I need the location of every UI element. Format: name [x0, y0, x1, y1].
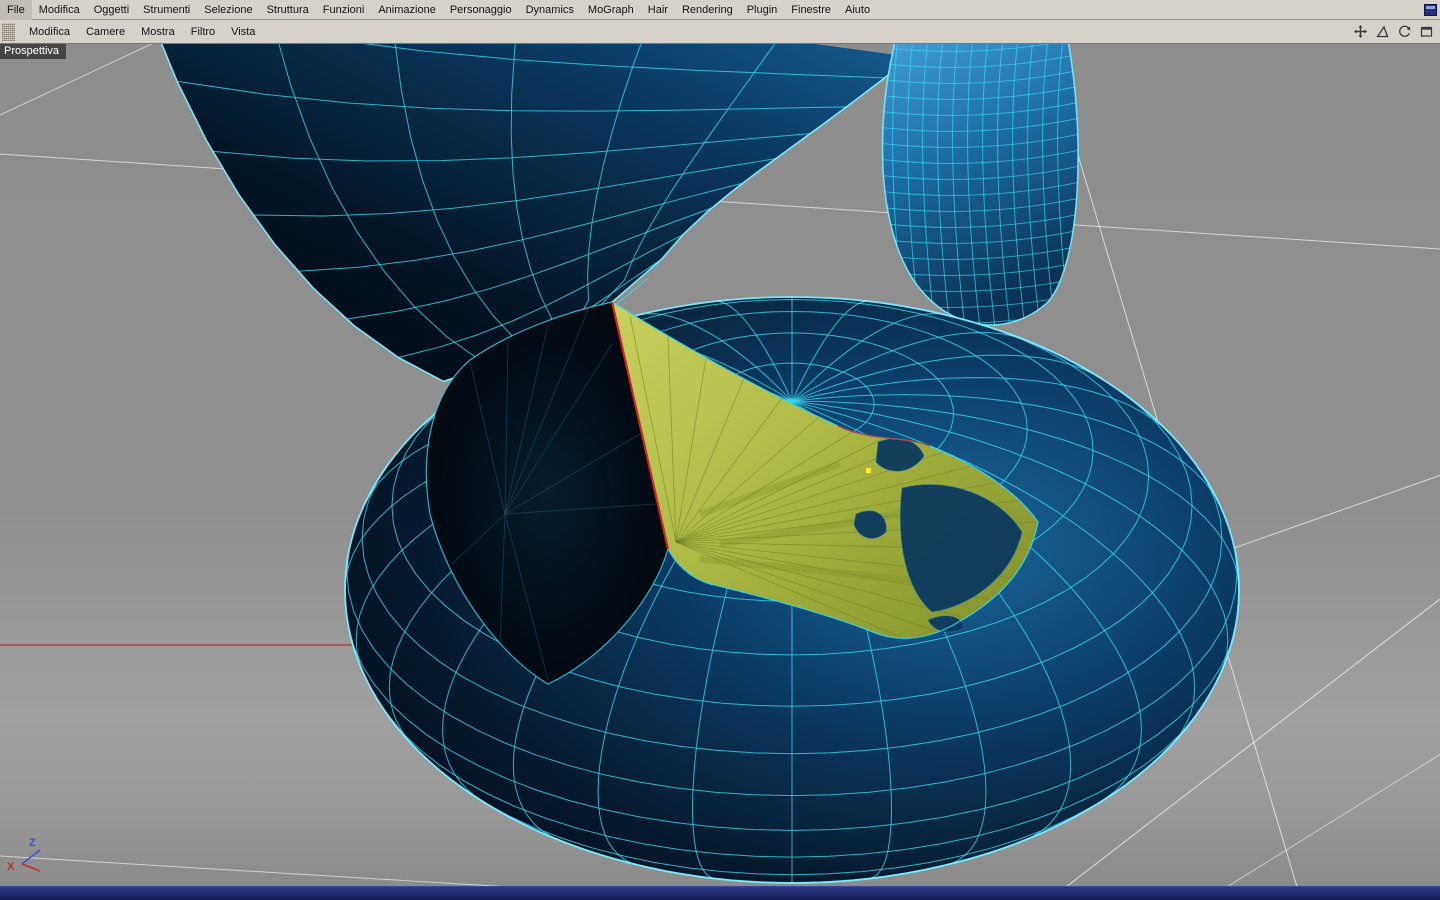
- vpmenu-camere[interactable]: Camere: [78, 20, 133, 44]
- menu-personaggio[interactable]: Personaggio: [443, 0, 519, 20]
- timeline-collapsed-bar[interactable]: [0, 886, 1440, 900]
- drag-grip-icon[interactable]: [2, 22, 15, 41]
- window-grid-icon[interactable]: [1424, 3, 1437, 16]
- menu-finestre[interactable]: Finestre: [784, 0, 838, 20]
- menu-funzioni[interactable]: Funzioni: [316, 0, 372, 20]
- menu-selezione[interactable]: Selezione: [197, 0, 259, 20]
- viewport-toggle-icon[interactable]: [1419, 24, 1434, 39]
- menu-file[interactable]: File: [0, 0, 32, 20]
- viewport-controls: [1353, 24, 1434, 39]
- menu-plugin[interactable]: Plugin: [740, 0, 785, 20]
- vpmenu-filtro[interactable]: Filtro: [183, 20, 223, 44]
- menu-strumenti[interactable]: Strumenti: [136, 0, 197, 20]
- menu-mograph[interactable]: MoGraph: [581, 0, 641, 20]
- menu-modifica[interactable]: Modifica: [32, 0, 87, 20]
- menu-aiuto[interactable]: Aiuto: [838, 0, 877, 20]
- scene-canvas[interactable]: [0, 44, 1440, 886]
- vpmenu-vista[interactable]: Vista: [223, 20, 263, 44]
- axis-z-label: Z: [29, 837, 36, 849]
- axis-x-label: X: [7, 861, 15, 873]
- menu-struttura[interactable]: Struttura: [260, 0, 316, 20]
- application-window: File Modifica Oggetti Strumenti Selezion…: [0, 0, 1440, 900]
- viewport-menubar: Modifica Camere Mostra Filtro Vista: [0, 20, 1440, 44]
- viewport-3d: Prospettiva Z X: [0, 44, 1440, 886]
- menu-animazione[interactable]: Animazione: [371, 0, 442, 20]
- menu-rendering[interactable]: Rendering: [675, 0, 740, 20]
- main-menubar: File Modifica Oggetti Strumenti Selezion…: [0, 0, 1440, 20]
- menu-oggetti[interactable]: Oggetti: [87, 0, 136, 20]
- viewport-label: Prospettiva: [0, 44, 67, 59]
- camera-move-icon[interactable]: [1353, 24, 1368, 39]
- menu-dynamics[interactable]: Dynamics: [519, 0, 581, 20]
- menu-hair[interactable]: Hair: [641, 0, 675, 20]
- camera-rotate-icon[interactable]: [1397, 24, 1412, 39]
- vpmenu-modifica[interactable]: Modifica: [21, 20, 78, 44]
- camera-scale-icon[interactable]: [1375, 24, 1390, 39]
- vpmenu-mostra[interactable]: Mostra: [133, 20, 183, 44]
